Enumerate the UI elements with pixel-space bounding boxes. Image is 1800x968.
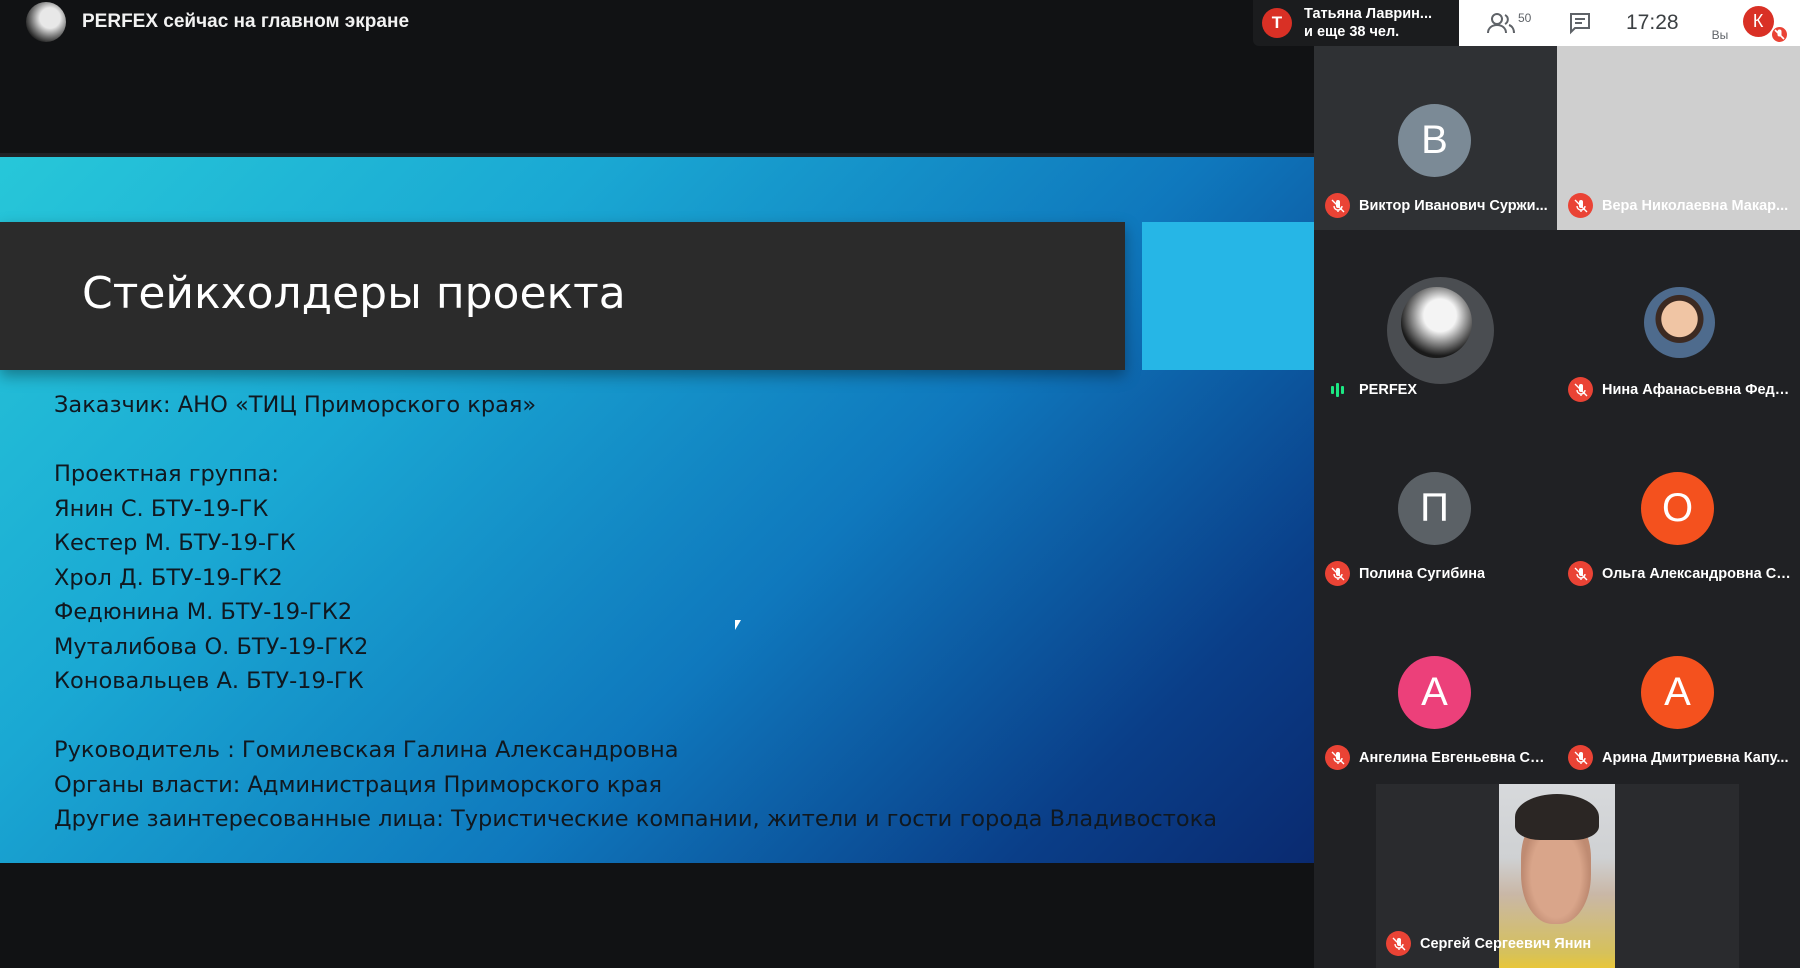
slide-title-accent xyxy=(1142,222,1314,370)
participant-name: Виктор Иванович Суржи... xyxy=(1359,197,1548,214)
participant-name: Полина Сугибина xyxy=(1359,565,1486,582)
participant-avatar: О xyxy=(1641,472,1714,545)
participant-name: Вера Николаевна Макар... xyxy=(1602,197,1789,214)
slide-line: Федюнина М. БТУ-19-ГК2 xyxy=(54,599,353,625)
participant-tile[interactable]: PERFEX xyxy=(1314,230,1557,414)
slide-line: Органы власти: Администрация Приморского… xyxy=(54,771,663,798)
slide-line: Янин С. БТУ-19-ГК xyxy=(54,495,269,522)
mic-off-icon xyxy=(1568,377,1593,402)
participant-tile[interactable]: В Виктор Иванович Суржи... xyxy=(1314,46,1557,230)
chat-button[interactable] xyxy=(1560,3,1600,43)
participant-name: Ангелина Евгеньевна Сл... xyxy=(1359,749,1550,766)
participant-avatar: А xyxy=(1398,656,1471,729)
active-speaker-chip[interactable]: Т Татьяна Лаврин... и еще 38 чел. xyxy=(1253,0,1459,46)
self-avatar: К xyxy=(1742,6,1774,37)
slide-title: Стейкхолдеры проекта xyxy=(82,268,626,319)
self-view-tile[interactable]: Сергей Сергеевич Янин xyxy=(1376,784,1739,968)
mic-off-icon xyxy=(1568,193,1593,218)
slide-line: Хрол Д. БТУ-19-ГК2 xyxy=(54,564,283,591)
participant-avatar: П xyxy=(1398,472,1471,545)
shared-slide: Стейкхолдеры проекта Заказчик: АНО «ТИЦ … xyxy=(0,153,1314,863)
slide-line: Заказчик: АНО «ТИЦ Приморского края» xyxy=(54,392,537,418)
participant-tile[interactable]: Нина Афанасьевна Федя... xyxy=(1557,230,1800,414)
participant-avatar: А xyxy=(1641,656,1714,729)
participant-tile[interactable]: Вера Николаевна Макар... xyxy=(1557,46,1800,230)
slide-line: Муталибова О. БТУ-19-ГК2 xyxy=(54,633,369,660)
mic-off-icon xyxy=(1325,193,1350,218)
participant-tile[interactable]: А Арина Дмитриевна Капу... xyxy=(1557,598,1800,782)
participant-name: Ольга Александровна Ст... xyxy=(1602,565,1793,582)
presenter-banner: PERFEX сейчас на главном экране xyxy=(0,0,1310,44)
participant-avatar xyxy=(1644,287,1715,358)
meeting-controls: 50 17:28 Вы К xyxy=(1459,0,1800,46)
participant-count: 50 xyxy=(1518,11,1532,25)
participant-name: PERFEX xyxy=(1359,381,1418,398)
participant-tile[interactable]: А Ангелина Евгеньевна Сл... xyxy=(1314,598,1557,782)
people-button[interactable]: 50 xyxy=(1486,3,1536,43)
participant-name: Нина Афанасьевна Федя... xyxy=(1602,381,1793,398)
presenter-avatar xyxy=(26,2,66,42)
presenter-banner-text: PERFEX сейчас на главном экране xyxy=(82,11,410,32)
participant-name: Арина Дмитриевна Капу... xyxy=(1602,749,1789,766)
participant-avatar xyxy=(1401,287,1472,358)
participant-avatar: В xyxy=(1398,104,1471,177)
chat-icon xyxy=(1570,13,1590,35)
self-tile-mini[interactable]: Вы К xyxy=(1709,0,1793,46)
people-icon xyxy=(1487,13,1515,34)
speaking-bars-icon xyxy=(1325,377,1350,402)
slide-line: Руководитель : Гомилевская Галина Алекса… xyxy=(54,737,679,763)
mic-off-icon xyxy=(1325,745,1350,770)
slide-line: Проектная группа: xyxy=(54,461,279,487)
speaker-avatar: Т xyxy=(1262,8,1292,38)
slide-line: Другие заинтересованные лица: Туристичес… xyxy=(54,806,1218,832)
mic-off-icon xyxy=(1568,561,1593,586)
slide-line: Кестер М. БТУ-19-ГК xyxy=(54,530,296,556)
mouse-cursor xyxy=(735,620,741,630)
mic-off-icon xyxy=(1386,931,1411,956)
you-label: Вы xyxy=(1711,28,1729,42)
slide-top-strip xyxy=(0,153,1314,157)
participant-tile[interactable]: П Полина Сугибина xyxy=(1314,414,1557,598)
mic-off-icon xyxy=(1568,745,1593,770)
slide-line: Коновальцев А. БТУ-19-ГК xyxy=(54,668,364,694)
self-hair xyxy=(1515,794,1599,840)
speaker-others: и еще 38 чел. xyxy=(1304,24,1400,40)
self-name: Сергей Сергеевич Янин xyxy=(1420,935,1592,952)
slide-body: Заказчик: АНО «ТИЦ Приморского края» Про… xyxy=(54,388,1217,837)
participant-tile[interactable]: О Ольга Александровна Ст... xyxy=(1557,414,1800,598)
mic-off-icon xyxy=(1770,26,1788,43)
clock: 17:28 xyxy=(1626,11,1679,34)
speaker-name: Татьяна Лаврин... xyxy=(1304,6,1433,22)
mic-off-icon xyxy=(1325,561,1350,586)
